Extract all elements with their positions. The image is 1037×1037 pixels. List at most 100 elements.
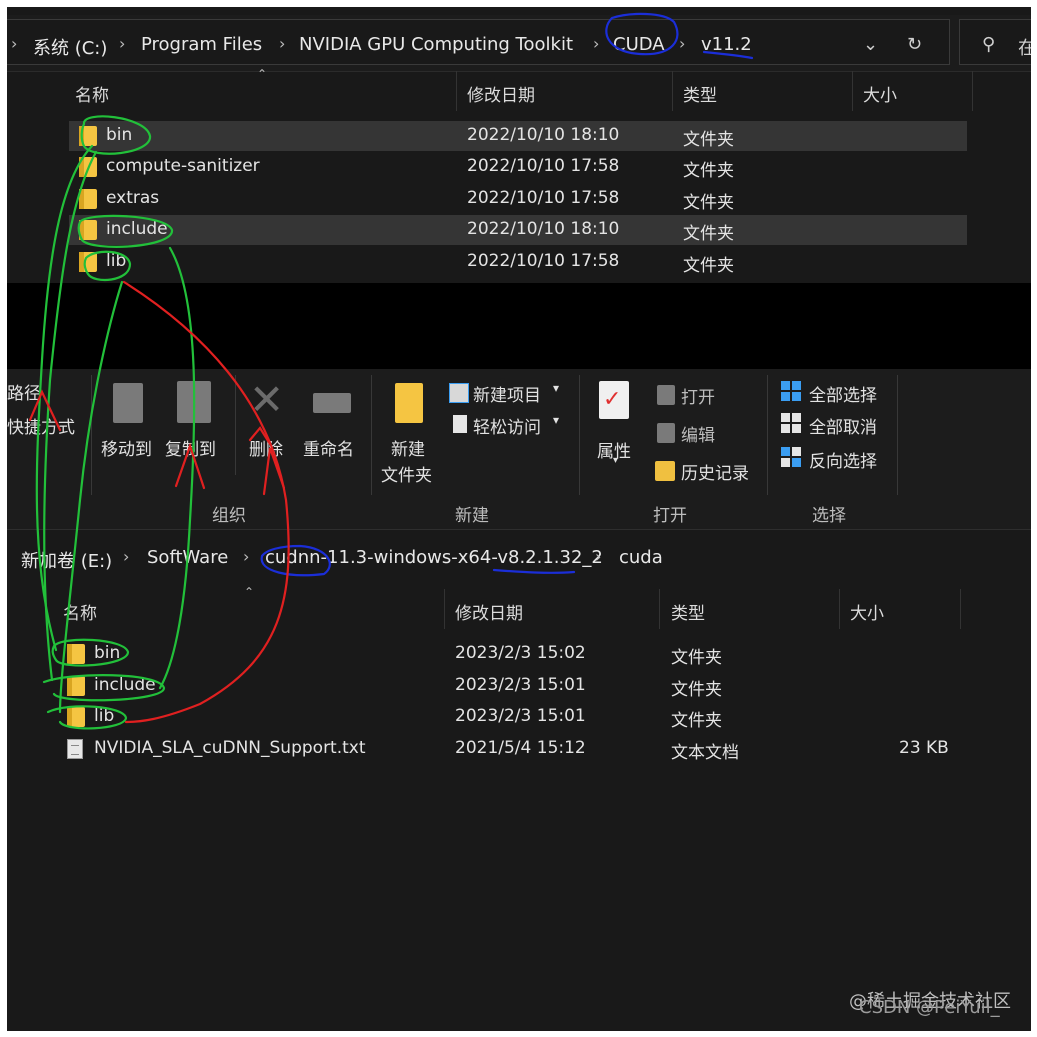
column-type[interactable]: 类型 xyxy=(683,81,717,106)
select-none-label: 全部取消 xyxy=(809,418,877,438)
column-name[interactable]: 名称 xyxy=(75,81,109,106)
chevron-right-icon: › xyxy=(593,34,600,53)
easy-access-icon xyxy=(453,415,467,433)
breadcrumb-software[interactable]: SoftWare xyxy=(147,547,228,568)
chevron-right-icon: › xyxy=(679,34,686,53)
dropdown-arrow-icon: ▾ xyxy=(553,381,560,395)
delete-icon: ✕ xyxy=(249,375,285,424)
ribbon-divider xyxy=(371,375,372,495)
chevron-right-icon: › xyxy=(243,547,250,566)
file-type: 文件夹 xyxy=(683,224,734,244)
column-size[interactable]: 大小 xyxy=(850,599,884,624)
column-date[interactable]: 修改日期 xyxy=(467,81,535,106)
column-divider[interactable] xyxy=(672,71,673,111)
file-size: 23 KB xyxy=(899,738,949,758)
search-placeholder: 在 xyxy=(1018,38,1031,59)
new-folder-label-2: 文件夹 xyxy=(381,466,432,486)
select-none-icon xyxy=(781,413,803,435)
ribbon-toolbar: 路径 快捷方式 移动到 复制到 ✕ 删除 重命名 组织 新建 文件夹 新建项目 … xyxy=(7,369,1031,530)
folder-icon xyxy=(79,126,97,146)
file-name: bin xyxy=(106,125,133,145)
file-date: 2023/2/3 15:01 xyxy=(455,675,586,695)
file-type: 文件夹 xyxy=(671,711,722,731)
column-size[interactable]: 大小 xyxy=(863,81,897,106)
list-item[interactable]: include 2023/2/3 15:01 文件夹 xyxy=(57,671,957,701)
column-date[interactable]: 修改日期 xyxy=(455,599,523,624)
group-open: 打开 xyxy=(653,506,687,526)
file-date: 2021/5/4 15:12 xyxy=(455,738,586,758)
chevron-right-icon: › xyxy=(11,34,18,53)
file-date: 2022/10/10 17:58 xyxy=(467,188,620,208)
list-item[interactable]: NVIDIA_SLA_cuDNN_Support.txt 2021/5/4 15… xyxy=(57,734,957,764)
file-name: compute-sanitizer xyxy=(106,156,260,176)
breadcrumb-drive-c[interactable]: 系统 (C:) xyxy=(33,34,107,60)
ribbon-divider xyxy=(235,375,236,475)
file-type: 文件夹 xyxy=(683,161,734,181)
list-item[interactable]: compute-sanitizer 2022/10/10 17:58 文件夹 xyxy=(69,152,967,182)
edit-label: 编辑 xyxy=(681,426,715,446)
breadcrumb-program-files[interactable]: Program Files xyxy=(141,34,262,55)
list-item[interactable]: bin 2022/10/10 18:10 文件夹 xyxy=(69,121,967,151)
ribbon-divider xyxy=(91,375,92,495)
file-date: 2022/10/10 17:58 xyxy=(467,156,620,176)
breadcrumb-v11-2[interactable]: v11.2 xyxy=(701,34,752,55)
column-divider[interactable] xyxy=(972,71,973,111)
file-type: 文件夹 xyxy=(683,130,734,150)
file-type: 文件夹 xyxy=(683,193,734,213)
file-type: 文件夹 xyxy=(671,648,722,668)
folder-icon xyxy=(67,707,85,727)
ribbon-divider xyxy=(897,375,898,495)
file-name: include xyxy=(94,675,156,695)
invert-selection-label: 反向选择 xyxy=(809,452,877,472)
dropdown-arrow-icon: ▾ xyxy=(553,413,560,427)
move-to-icon xyxy=(113,383,143,423)
breadcrumb-cuda[interactable]: CUDA xyxy=(613,34,665,55)
ribbon-partial-shortcut[interactable]: 快捷方式 xyxy=(7,413,75,438)
invert-selection-icon xyxy=(781,447,803,469)
delete-label: 删除 xyxy=(249,440,283,460)
file-name: include xyxy=(106,219,168,239)
column-divider[interactable] xyxy=(839,589,840,629)
rename-icon xyxy=(313,393,351,413)
top-address-box[interactable]: › 系统 (C:) › Program Files › NVIDIA GPU C… xyxy=(7,19,950,65)
file-date: 2022/10/10 17:58 xyxy=(467,251,620,271)
group-organize: 组织 xyxy=(212,506,246,526)
column-name[interactable]: 名称 xyxy=(63,599,97,624)
bottom-address-bar[interactable]: 新加卷 (E:) › SoftWare › cudnn-11.3-windows… xyxy=(7,537,1031,583)
column-divider[interactable] xyxy=(444,589,445,629)
copy-to-label: 复制到 xyxy=(165,440,216,460)
file-name: bin xyxy=(94,643,121,663)
column-divider[interactable] xyxy=(852,71,853,111)
list-item[interactable]: lib 2023/2/3 15:01 文件夹 xyxy=(57,702,957,732)
open-icon xyxy=(657,385,675,405)
column-divider[interactable] xyxy=(456,71,457,111)
history-label: 历史记录 xyxy=(681,464,749,484)
file-date: 2023/2/3 15:01 xyxy=(455,706,586,726)
folder-icon xyxy=(79,252,97,272)
folder-icon xyxy=(79,157,97,177)
folder-icon xyxy=(79,220,97,240)
sort-up-icon: ⌃ xyxy=(244,585,255,599)
edit-icon xyxy=(657,423,675,443)
breadcrumb-nvidia-toolkit[interactable]: NVIDIA GPU Computing Toolkit xyxy=(299,34,573,55)
search-box[interactable]: ⚲ 在 xyxy=(959,19,1031,65)
ribbon-partial-path[interactable]: 路径 xyxy=(7,379,41,404)
move-to-label: 移动到 xyxy=(101,440,152,460)
chevron-down-icon[interactable]: ⌄ xyxy=(863,34,878,55)
list-item[interactable]: lib 2022/10/10 17:58 文件夹 xyxy=(69,247,967,277)
list-item[interactable]: include 2022/10/10 18:10 文件夹 xyxy=(69,215,967,245)
list-item[interactable]: bin 2023/2/3 15:02 文件夹 xyxy=(57,639,957,669)
column-divider[interactable] xyxy=(659,589,660,629)
open-label: 打开 xyxy=(681,388,715,408)
top-address-bar: › 系统 (C:) › Program Files › NVIDIA GPU C… xyxy=(7,15,1031,72)
breadcrumb-cuda[interactable]: cuda xyxy=(619,547,663,568)
file-name: lib xyxy=(106,251,127,271)
column-divider[interactable] xyxy=(960,589,961,629)
refresh-icon[interactable]: ↻ xyxy=(907,34,922,55)
breadcrumb-cudnn[interactable]: cudnn-11.3-windows-x64-v8.2.1.32_2 xyxy=(265,547,603,568)
chevron-right-icon: › xyxy=(119,34,126,53)
list-item[interactable]: extras 2022/10/10 17:58 文件夹 xyxy=(69,184,967,214)
new-item-icon xyxy=(449,383,469,403)
breadcrumb-drive-e[interactable]: 新加卷 (E:) xyxy=(21,547,112,573)
column-type[interactable]: 类型 xyxy=(671,599,705,624)
